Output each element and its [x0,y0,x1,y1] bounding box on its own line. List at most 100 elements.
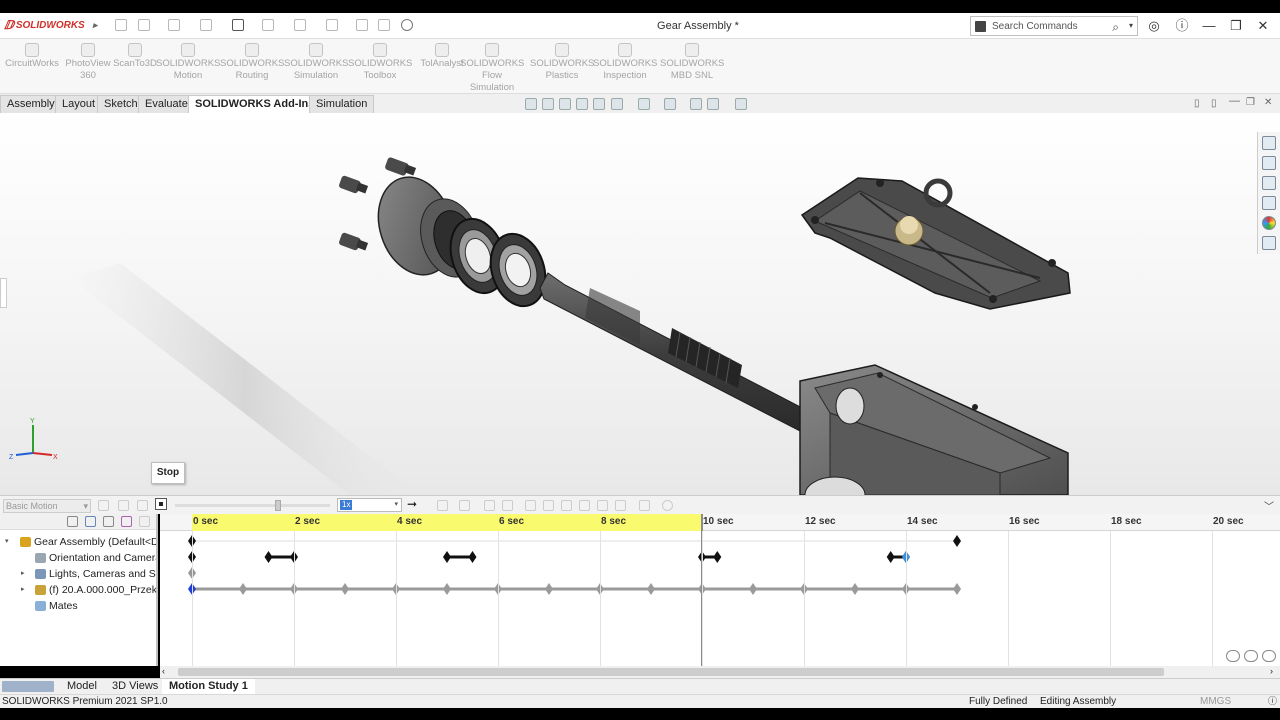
zoom-to-fit-timeline-icon[interactable] [1262,650,1276,662]
gravity-icon[interactable] [615,500,626,511]
filter-animated-icon[interactable] [85,516,96,527]
new-document-icon[interactable] [138,19,150,31]
contact-icon[interactable] [597,500,608,511]
playback-mode-arrow-icon[interactable]: ➞ [407,497,417,511]
add-key-icon[interactable] [502,500,513,511]
damper-icon[interactable] [561,500,572,511]
print-icon[interactable] [232,19,244,31]
design-library-icon[interactable] [1262,156,1276,170]
status-help-icon[interactable]: ⓘ [1268,695,1277,708]
restore-button[interactable]: ❐ [1226,17,1246,35]
cmd-item-9[interactable]: SOLIDWORKS Plastics [530,43,594,82]
cmd-item-4[interactable]: SOLIDWORKS Routing [220,43,284,82]
save-icon[interactable] [200,19,212,31]
model-render[interactable] [0,113,1280,495]
playback-slider[interactable] [175,504,330,507]
filter-results-icon[interactable] [139,516,150,527]
cmd-item-0[interactable]: CircuitWorks [0,43,64,70]
bottom-tab-motion-study-1[interactable]: Motion Study 1 [162,679,255,695]
scrollbar-thumb[interactable] [178,668,1164,676]
user-account-icon[interactable]: ◎ [1144,17,1164,35]
redo-icon[interactable] [294,19,306,31]
options-gear-icon[interactable] [401,19,413,31]
cmd-item-5[interactable]: SOLIDWORKS Simulation [284,43,348,82]
hide-show-items-icon[interactable] [664,98,676,110]
undo-icon[interactable] [262,19,274,31]
autokey-icon[interactable] [484,500,495,511]
select-icon[interactable] [326,19,338,31]
results-and-plots-icon[interactable] [639,500,650,511]
playback-speed-select[interactable]: 1x ▾ [337,498,402,512]
cmd-item-10[interactable]: SOLIDWORKS Inspection [593,43,657,82]
doc-restore-button[interactable]: ❐ [1246,97,1255,108]
motor-icon[interactable] [525,500,536,511]
save-animation-icon[interactable] [437,500,448,511]
expand-toggle-icon[interactable]: ▸ [21,582,25,598]
search-commands-input[interactable]: Search Commands ⌕ ▾ [970,16,1138,36]
cmd-item-8[interactable]: SOLIDWORKS Flow Simulation [460,43,524,94]
motion-study-properties-icon[interactable] [662,500,673,511]
timeline-area[interactable]: 0 sec 2 sec 4 sec 6 sec 8 sec 10 sec 12 sec 14 … [160,514,1280,666]
doc-close-button[interactable]: ✕ [1264,97,1272,108]
study-type-select[interactable]: Basic Motion ▾ [3,499,91,513]
graphics-area[interactable]: Y X Z [0,113,1280,495]
force-icon[interactable] [579,500,590,511]
tab-simulation[interactable]: Simulation [309,95,375,113]
playback-slider-thumb[interactable] [275,500,281,511]
keyframe-tracks[interactable] [160,531,1280,666]
zoom-out-timeline-icon[interactable] [1244,650,1258,662]
file-properties-icon[interactable] [378,19,390,31]
edit-appearance-icon[interactable] [690,98,702,110]
logo-arrow-icon[interactable]: ▸ [93,20,98,31]
display-style-icon[interactable] [638,98,650,110]
minimize-button[interactable]: — [1199,17,1219,35]
animation-wizard-icon[interactable] [459,500,470,511]
calculate-icon[interactable] [98,500,109,511]
feature-manager-toggle[interactable] [0,278,7,308]
zoom-area-icon[interactable] [542,98,554,110]
tab-solidworks-add-ins[interactable]: SOLIDWORKS Add-Ins [188,95,322,113]
tree-item[interactable]: ▸ (f) 20.A.000.000_Przekład [0,582,156,598]
filter-driving-icon[interactable] [103,516,114,527]
section-view-icon[interactable] [576,98,588,110]
bottom-tab-3d-views[interactable]: 3D Views [105,679,165,695]
tile-horizontal-icon[interactable]: ▯ [1211,98,1217,109]
appearances-icon[interactable] [1262,216,1276,230]
rebuild-icon[interactable] [356,19,368,31]
tree-item[interactable]: Orientation and Camera [0,550,156,566]
view-palette-icon[interactable] [1262,196,1276,210]
zoom-to-fit-icon[interactable] [525,98,537,110]
cmd-item-3[interactable]: SOLIDWORKS Motion [156,43,220,82]
stop-button[interactable] [155,498,167,510]
scroll-right-icon[interactable]: › [1270,666,1273,676]
tab-navigation-arrows-icon[interactable] [2,681,54,692]
tree-item[interactable]: ▸ Lights, Cameras and Sce [0,566,156,582]
home-icon[interactable] [115,19,127,31]
cmd-item-11[interactable]: SOLIDWORKS MBD SNL [660,43,724,82]
chevron-down-icon[interactable]: ▾ [1129,21,1133,30]
filter-selected-icon[interactable] [121,516,132,527]
zoom-in-timeline-icon[interactable] [1226,650,1240,662]
solidworks-logo[interactable]: ⅅ SOLIDWORKS ▸ [4,18,97,32]
scroll-left-icon[interactable]: ‹ [162,666,165,676]
tile-icon[interactable]: ▯ [1194,98,1200,109]
play-icon[interactable] [137,500,148,511]
tab-assembly[interactable]: Assembly [0,95,62,113]
cmd-item-6[interactable]: SOLIDWORKS Toolbox [348,43,412,82]
tree-item[interactable]: Mates [0,598,156,614]
bottom-tab-model[interactable]: Model [60,679,104,695]
view-orientation-icon[interactable] [611,98,623,110]
search-icon[interactable]: ⌕ [1112,20,1119,35]
view-settings-icon[interactable] [735,98,747,110]
collapse-motion-manager-icon[interactable]: ﹀ [1264,498,1274,513]
previous-view-icon[interactable] [559,98,571,110]
apply-scene-icon[interactable] [707,98,719,110]
expand-toggle-icon[interactable]: ▾ [5,534,9,550]
resources-home-icon[interactable] [1262,136,1276,150]
unit-system[interactable]: MMGS [1200,695,1231,708]
file-explorer-icon[interactable] [1262,176,1276,190]
close-button[interactable]: ✕ [1253,17,1273,35]
tree-item[interactable]: ▾ Gear Assembly (Default<D [0,534,156,550]
doc-minimize-button[interactable]: — [1229,95,1240,107]
timeline-horizontal-scrollbar[interactable]: ‹ › [160,666,1280,678]
